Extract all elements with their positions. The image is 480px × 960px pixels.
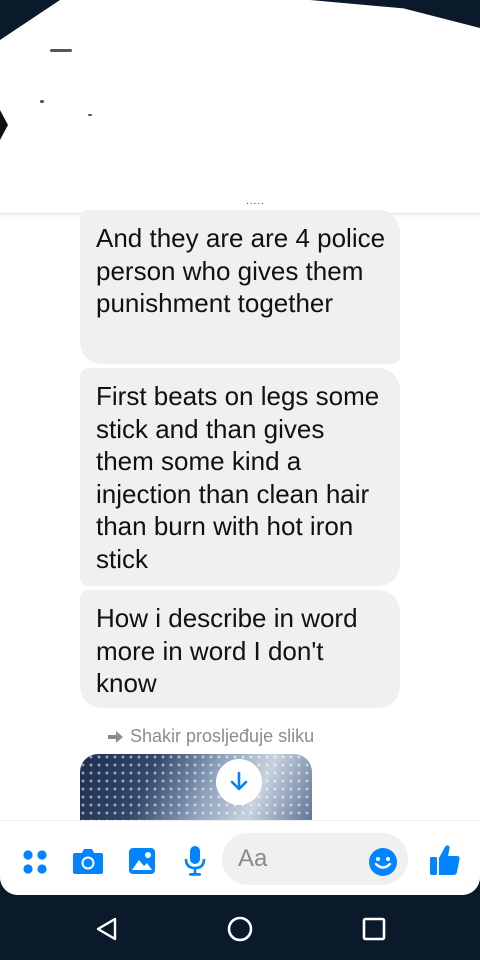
message-bubble[interactable]: How i describe in word more in word I do…: [80, 590, 400, 708]
forward-notice: Shakir prosljeđuje sliku: [108, 726, 314, 747]
redaction-mark: [0, 0, 60, 40]
forwarded-image[interactable]: [80, 754, 312, 820]
redaction-mark: [0, 110, 8, 140]
back-icon[interactable]: [94, 916, 120, 942]
redaction-mark: [310, 0, 480, 28]
message-bubble[interactable]: And they are are 4 police person who giv…: [80, 210, 400, 364]
emoji-icon[interactable]: [368, 847, 398, 877]
recents-icon[interactable]: [362, 917, 386, 941]
home-icon[interactable]: [226, 915, 254, 943]
forward-notice-text: Shakir prosljeđuje sliku: [130, 726, 315, 746]
message-input-placeholder: Aa: [238, 845, 268, 872]
redacted-header: .....: [0, 0, 480, 214]
redaction-mark: .....: [246, 196, 265, 207]
more-apps-icon[interactable]: [22, 849, 48, 875]
thumbs-up-icon[interactable]: [428, 843, 462, 877]
microphone-icon[interactable]: [184, 845, 206, 877]
download-arrow-icon: [230, 771, 248, 791]
redaction-mark: [50, 49, 72, 52]
message-thread[interactable]: And they are are 4 police person who giv…: [0, 210, 480, 820]
redaction-mark: [40, 100, 44, 103]
device-frame: ..... And they are are 4 police person w…: [0, 0, 480, 960]
download-button[interactable]: [216, 759, 262, 805]
camera-icon[interactable]: [72, 847, 104, 875]
android-nav-bar: [0, 895, 480, 960]
forward-arrow-icon: [108, 730, 123, 743]
screen: ..... And they are are 4 police person w…: [0, 0, 480, 895]
redaction-mark: [88, 114, 92, 116]
message-bubble[interactable]: First beats on legs some stick and than …: [80, 368, 400, 586]
message-composer: Aa: [0, 820, 480, 895]
gallery-icon[interactable]: [128, 847, 156, 875]
